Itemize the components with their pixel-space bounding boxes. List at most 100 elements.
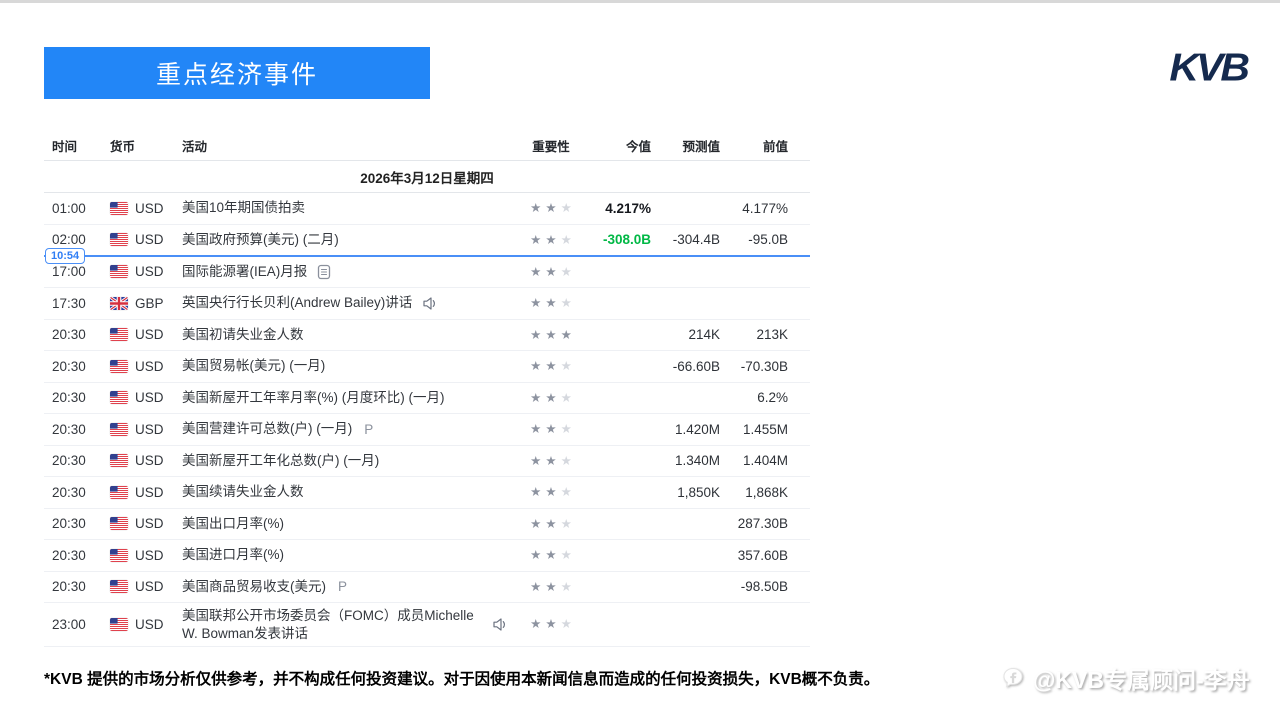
star-filled-icon: ★	[545, 455, 556, 468]
table-row: 17:00 USD 国际能源署(IEA)月报 ★★★	[44, 257, 810, 289]
previous-value: 287.30B	[720, 516, 788, 531]
us-flag-icon	[110, 233, 128, 246]
currency-code: USD	[135, 327, 164, 342]
activity-name: 美国10年期国债拍卖	[182, 195, 305, 221]
activity-cell: 美国出口月率(%)	[182, 511, 520, 537]
section-banner: 重点经济事件	[44, 47, 430, 99]
importance-stars: ★★★	[520, 266, 582, 279]
currency-code: USD	[135, 548, 164, 563]
star-filled-icon: ★	[530, 518, 541, 531]
activity-cell: 英国央行行长贝利(Andrew Bailey)讲话	[182, 290, 520, 316]
currency-code: USD	[135, 422, 164, 437]
previous-value: -98.50B	[720, 579, 788, 594]
currency-cell: USD	[110, 201, 182, 216]
activity-name: 美国初请失业金人数	[182, 322, 304, 348]
importance-stars: ★★★	[520, 518, 582, 531]
currency-cell: USD	[110, 485, 182, 500]
star-filled-icon: ★	[545, 360, 556, 373]
previous-value: -70.30B	[720, 359, 788, 374]
star-filled-icon: ★	[530, 423, 541, 436]
event-time: 17:30	[44, 296, 110, 311]
activity-name: 美国营建许可总数(户) (一月)	[182, 416, 352, 442]
currency-cell: USD	[110, 579, 182, 594]
star-empty-icon: ★	[561, 486, 572, 499]
star-empty-icon: ★	[561, 202, 572, 215]
star-filled-icon: ★	[545, 329, 556, 342]
importance-stars: ★★★	[520, 392, 582, 405]
importance-stars: ★★★	[520, 297, 582, 310]
column-header-importance: 重要性	[520, 136, 582, 155]
event-time: 20:30	[44, 548, 110, 563]
star-filled-icon: ★	[545, 486, 556, 499]
forecast-value: 1.420M	[651, 422, 720, 437]
star-filled-icon: ★	[545, 266, 556, 279]
us-flag-icon	[110, 423, 128, 436]
star-filled-icon: ★	[545, 202, 556, 215]
event-time: 23:00	[44, 617, 110, 632]
previous-value: 1.404M	[720, 453, 788, 468]
table-row: 20:30 USD 美国新屋开工年率月率(%) (月度环比) (一月) ★★★ …	[44, 383, 810, 415]
star-filled-icon: ★	[530, 455, 541, 468]
table-row: 20:30 USD 美国营建许可总数(户) (一月) P ★★★ 1.420M …	[44, 414, 810, 446]
star-empty-icon: ★	[561, 297, 572, 310]
event-time: 20:30	[44, 516, 110, 531]
gb-flag-icon	[110, 297, 128, 310]
star-filled-icon: ★	[545, 234, 556, 247]
column-header-forecast: 预测值	[651, 136, 720, 155]
currency-code: GBP	[135, 296, 164, 311]
currency-cell: USD	[110, 264, 182, 279]
preliminary-flag: P	[338, 579, 347, 594]
activity-cell: 美国10年期国债拍卖	[182, 195, 520, 221]
importance-stars: ★★★	[520, 234, 582, 247]
forecast-value: -66.60B	[651, 359, 720, 374]
us-flag-icon	[110, 454, 128, 467]
currency-cell: USD	[110, 453, 182, 468]
star-empty-icon: ★	[561, 392, 572, 405]
star-filled-icon: ★	[530, 202, 541, 215]
currency-code: USD	[135, 232, 164, 247]
star-filled-icon: ★	[545, 581, 556, 594]
event-time: 20:30	[44, 579, 110, 594]
table-row: 20:30 USD 美国商品贸易收支(美元) P ★★★ -98.50B	[44, 572, 810, 604]
currency-code: USD	[135, 390, 164, 405]
star-empty-icon: ★	[561, 581, 572, 594]
star-empty-icon: ★	[561, 549, 572, 562]
currency-cell: USD	[110, 548, 182, 563]
us-flag-icon	[110, 391, 128, 404]
activity-name: 美国新屋开工年化总数(户) (一月)	[182, 448, 379, 474]
activity-cell: 美国商品贸易收支(美元) P	[182, 574, 520, 600]
star-filled-icon: ★	[530, 618, 541, 631]
star-filled-icon: ★	[530, 486, 541, 499]
importance-stars: ★ ★ ★	[520, 486, 582, 499]
activity-cell: 国际能源署(IEA)月报	[182, 259, 520, 285]
importance-stars: ★★★	[520, 329, 582, 342]
us-flag-icon	[110, 328, 128, 341]
previous-value: 213K	[720, 327, 788, 342]
event-time: 17:00	[44, 264, 110, 279]
us-flag-icon	[110, 360, 128, 373]
us-flag-icon	[110, 580, 128, 593]
table-body: 01:00 USD 美国10年期国债拍卖 ★★★ 4.217% 4.177% 0…	[44, 193, 810, 647]
activity-cell: 美国续请失业金人数	[182, 479, 520, 505]
column-header-activity: 活动	[182, 136, 520, 155]
activity-cell: 美国新屋开工年率月率(%) (月度环比) (一月)	[182, 385, 520, 411]
actual-value: -308.0B	[582, 232, 651, 247]
activity-cell: 美国联邦公开市场委员会（FOMC）成员Michelle W. Bowman发表讲…	[182, 603, 520, 646]
activity-cell: 美国初请失业金人数	[182, 322, 520, 348]
star-empty-icon: ★	[561, 360, 572, 373]
star-filled-icon: ★	[530, 360, 541, 373]
event-time: 20:30	[44, 422, 110, 437]
importance-stars: ★★★	[520, 423, 582, 436]
previous-value: 357.60B	[720, 548, 788, 563]
report-icon	[317, 264, 331, 280]
currency-cell: USD	[110, 617, 182, 632]
table-row: 17:30 GBP 英国央行行长贝利(Andrew Bailey)讲话 ★★★	[44, 288, 810, 320]
importance-stars: ★★★	[520, 581, 582, 594]
currency-cell: USD	[110, 327, 182, 342]
currency-cell: USD	[110, 516, 182, 531]
watermark-text: @KVB专属顾问-李舟	[1033, 661, 1250, 695]
event-time: 20:30	[44, 327, 110, 342]
activity-name: 美国商品贸易收支(美元)	[182, 574, 326, 600]
activity-name: 美国进口月率(%)	[182, 542, 284, 568]
activity-name: 美国新屋开工年率月率(%) (月度环比) (一月)	[182, 385, 444, 411]
